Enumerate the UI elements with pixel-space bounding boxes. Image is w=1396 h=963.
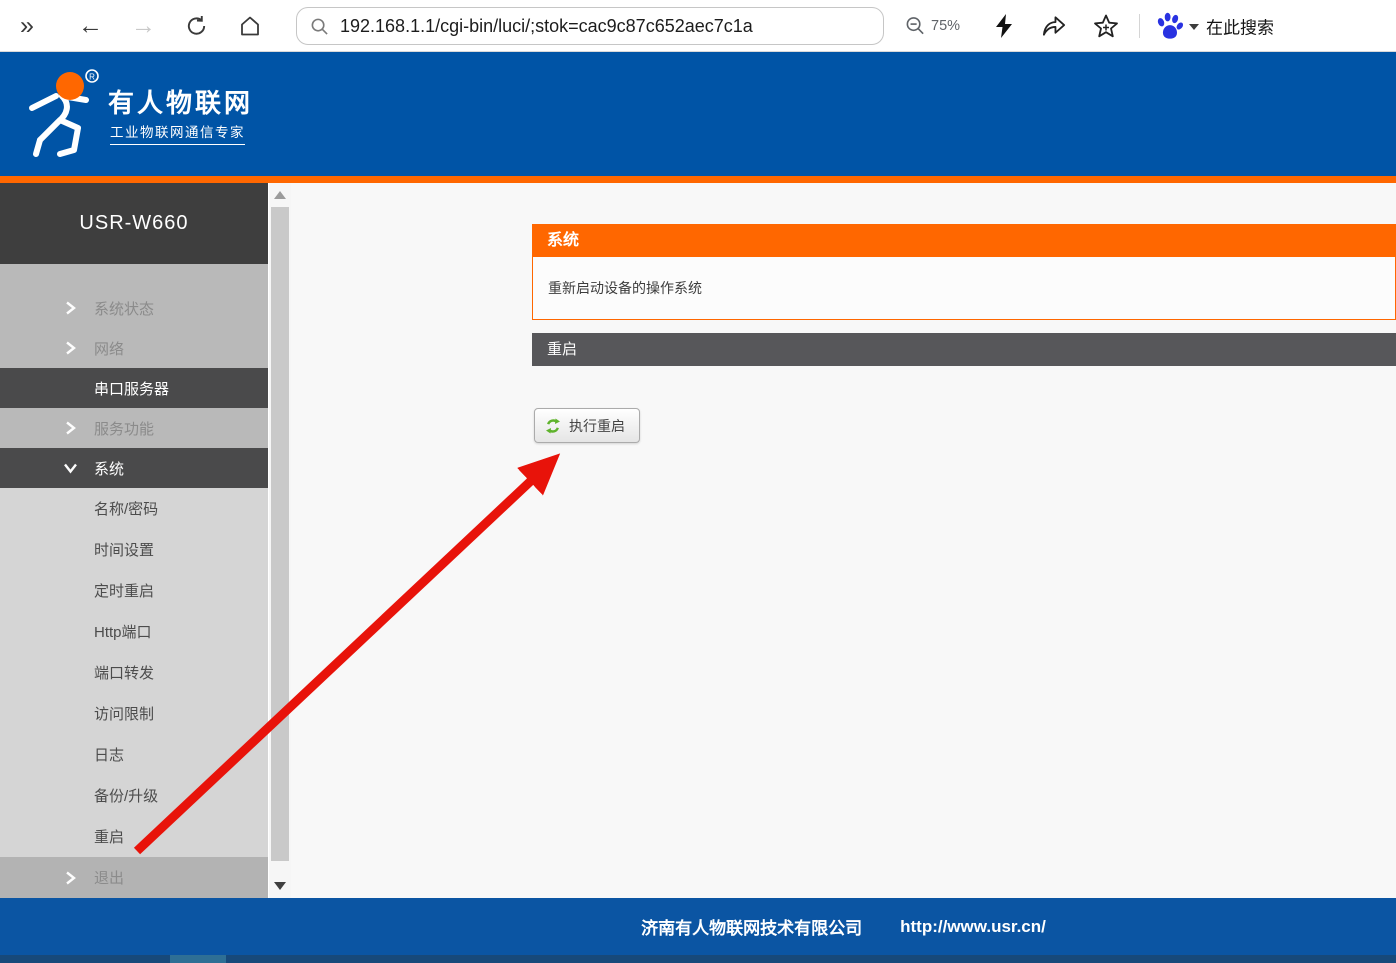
scroll-up-icon[interactable] (274, 191, 286, 199)
sidebar-item-port-forwarding[interactable]: 端口转发 (0, 652, 268, 693)
chevron-right-icon (65, 341, 76, 356)
svg-text:R: R (89, 73, 95, 82)
page-footer: 济南有人物联网技术有限公司 http://www.usr.cn/ (0, 898, 1396, 955)
sidebar-item-serial-server[interactable]: 串口服务器 (0, 368, 268, 408)
url-text: 192.168.1.1/cgi-bin/luci/;stok=cac9c87c6… (340, 16, 753, 37)
share-icon (1041, 13, 1068, 39)
home-icon (238, 14, 262, 38)
baidu-caret-icon (1189, 24, 1199, 30)
search-icon (310, 17, 329, 36)
sidebar-item-name-password[interactable]: 名称/密码 (0, 488, 268, 529)
sidebar-item-services[interactable]: 服务功能 (0, 408, 268, 448)
sidebar-item-log[interactable]: 日志 (0, 734, 268, 775)
toolbar-divider (1139, 14, 1140, 38)
scroll-down-icon[interactable] (274, 882, 286, 890)
chevron-down-icon (63, 463, 78, 474)
header-accent-strip (0, 176, 1396, 183)
chevron-right-icon (65, 301, 76, 316)
more-tools-icon[interactable]: » (20, 13, 34, 38)
section-description: 重新启动设备的操作系统 (532, 257, 1396, 320)
sidebar-item-time-settings[interactable]: 时间设置 (0, 529, 268, 570)
sidebar-item-system-status[interactable]: 系统状态 (0, 288, 268, 328)
system-submenu: 名称/密码 时间设置 定时重启 Http端口 端口转发 访问限制 日志 备份/升… (0, 488, 268, 857)
site-header: R 有人物联网 工业物联网通信专家 (0, 52, 1396, 176)
horizontal-scrollbar-thumb[interactable] (170, 955, 226, 963)
chevron-right-icon (65, 421, 76, 436)
sidebar-item-system[interactable]: 系统 (0, 448, 268, 488)
home-button[interactable] (238, 14, 262, 38)
search-here-label[interactable]: 在此搜索 (1206, 13, 1274, 38)
sidebar-item-http-port[interactable]: Http端口 (0, 611, 268, 652)
reload-icon (185, 14, 208, 37)
execute-reboot-button[interactable]: 执行重启 (534, 408, 640, 443)
forward-button[interactable]: → (131, 13, 156, 38)
brand-title: 有人物联网 (108, 83, 253, 120)
sidebar-item-exit[interactable]: 退出 (0, 857, 268, 898)
brand-tagline: 工业物联网通信专家 (110, 121, 245, 145)
address-bar[interactable]: 192.168.1.1/cgi-bin/luci/;stok=cac9c87c6… (296, 7, 884, 45)
website-link[interactable]: http://www.usr.cn/ (900, 917, 1046, 937)
star-icon (1093, 13, 1119, 38)
share-button[interactable] (1041, 13, 1068, 39)
browser-toolbar: » ← → 192.168.1.1/cgi-bin/luci/;stok=cac… (0, 0, 1396, 52)
favorites-button[interactable] (1093, 13, 1119, 38)
scrollbar-thumb[interactable] (271, 207, 289, 861)
lightning-icon (993, 13, 1015, 39)
sidebar-item-access-restriction[interactable]: 访问限制 (0, 693, 268, 734)
zoom-level-label: 75% (931, 18, 960, 34)
baidu-paw-icon (1154, 11, 1185, 41)
subsection-header-reboot: 重启 (532, 333, 1396, 366)
usr-logo-icon: R (16, 66, 108, 167)
horizontal-scrollbar[interactable] (0, 955, 1396, 963)
back-button[interactable]: ← (78, 13, 103, 38)
sidebar-item-scheduled-reboot[interactable]: 定时重启 (0, 570, 268, 611)
performance-button[interactable] (993, 13, 1015, 39)
reload-button[interactable] (185, 14, 208, 37)
sidebar-item-reboot[interactable]: 重启 (0, 816, 268, 857)
chevron-right-icon (65, 870, 76, 885)
company-name: 济南有人物联网技术有限公司 (641, 914, 862, 939)
refresh-icon (545, 418, 561, 434)
sidebar-scrollbar[interactable] (269, 183, 291, 898)
device-title: USR-W660 (0, 183, 268, 264)
reboot-button-label: 执行重启 (569, 416, 625, 436)
baidu-search-button[interactable] (1154, 11, 1185, 41)
zoom-out-icon (905, 15, 926, 36)
sidebar-item-backup-upgrade[interactable]: 备份/升级 (0, 775, 268, 816)
sidebar-nav: USR-W660 系统状态 网络 串口服务器 服务功能 系统 名称/密码 时间设… (0, 183, 268, 898)
sidebar-item-network[interactable]: 网络 (0, 328, 268, 368)
zoom-out-button[interactable] (905, 15, 926, 36)
section-header-system: 系统 (532, 224, 1396, 257)
